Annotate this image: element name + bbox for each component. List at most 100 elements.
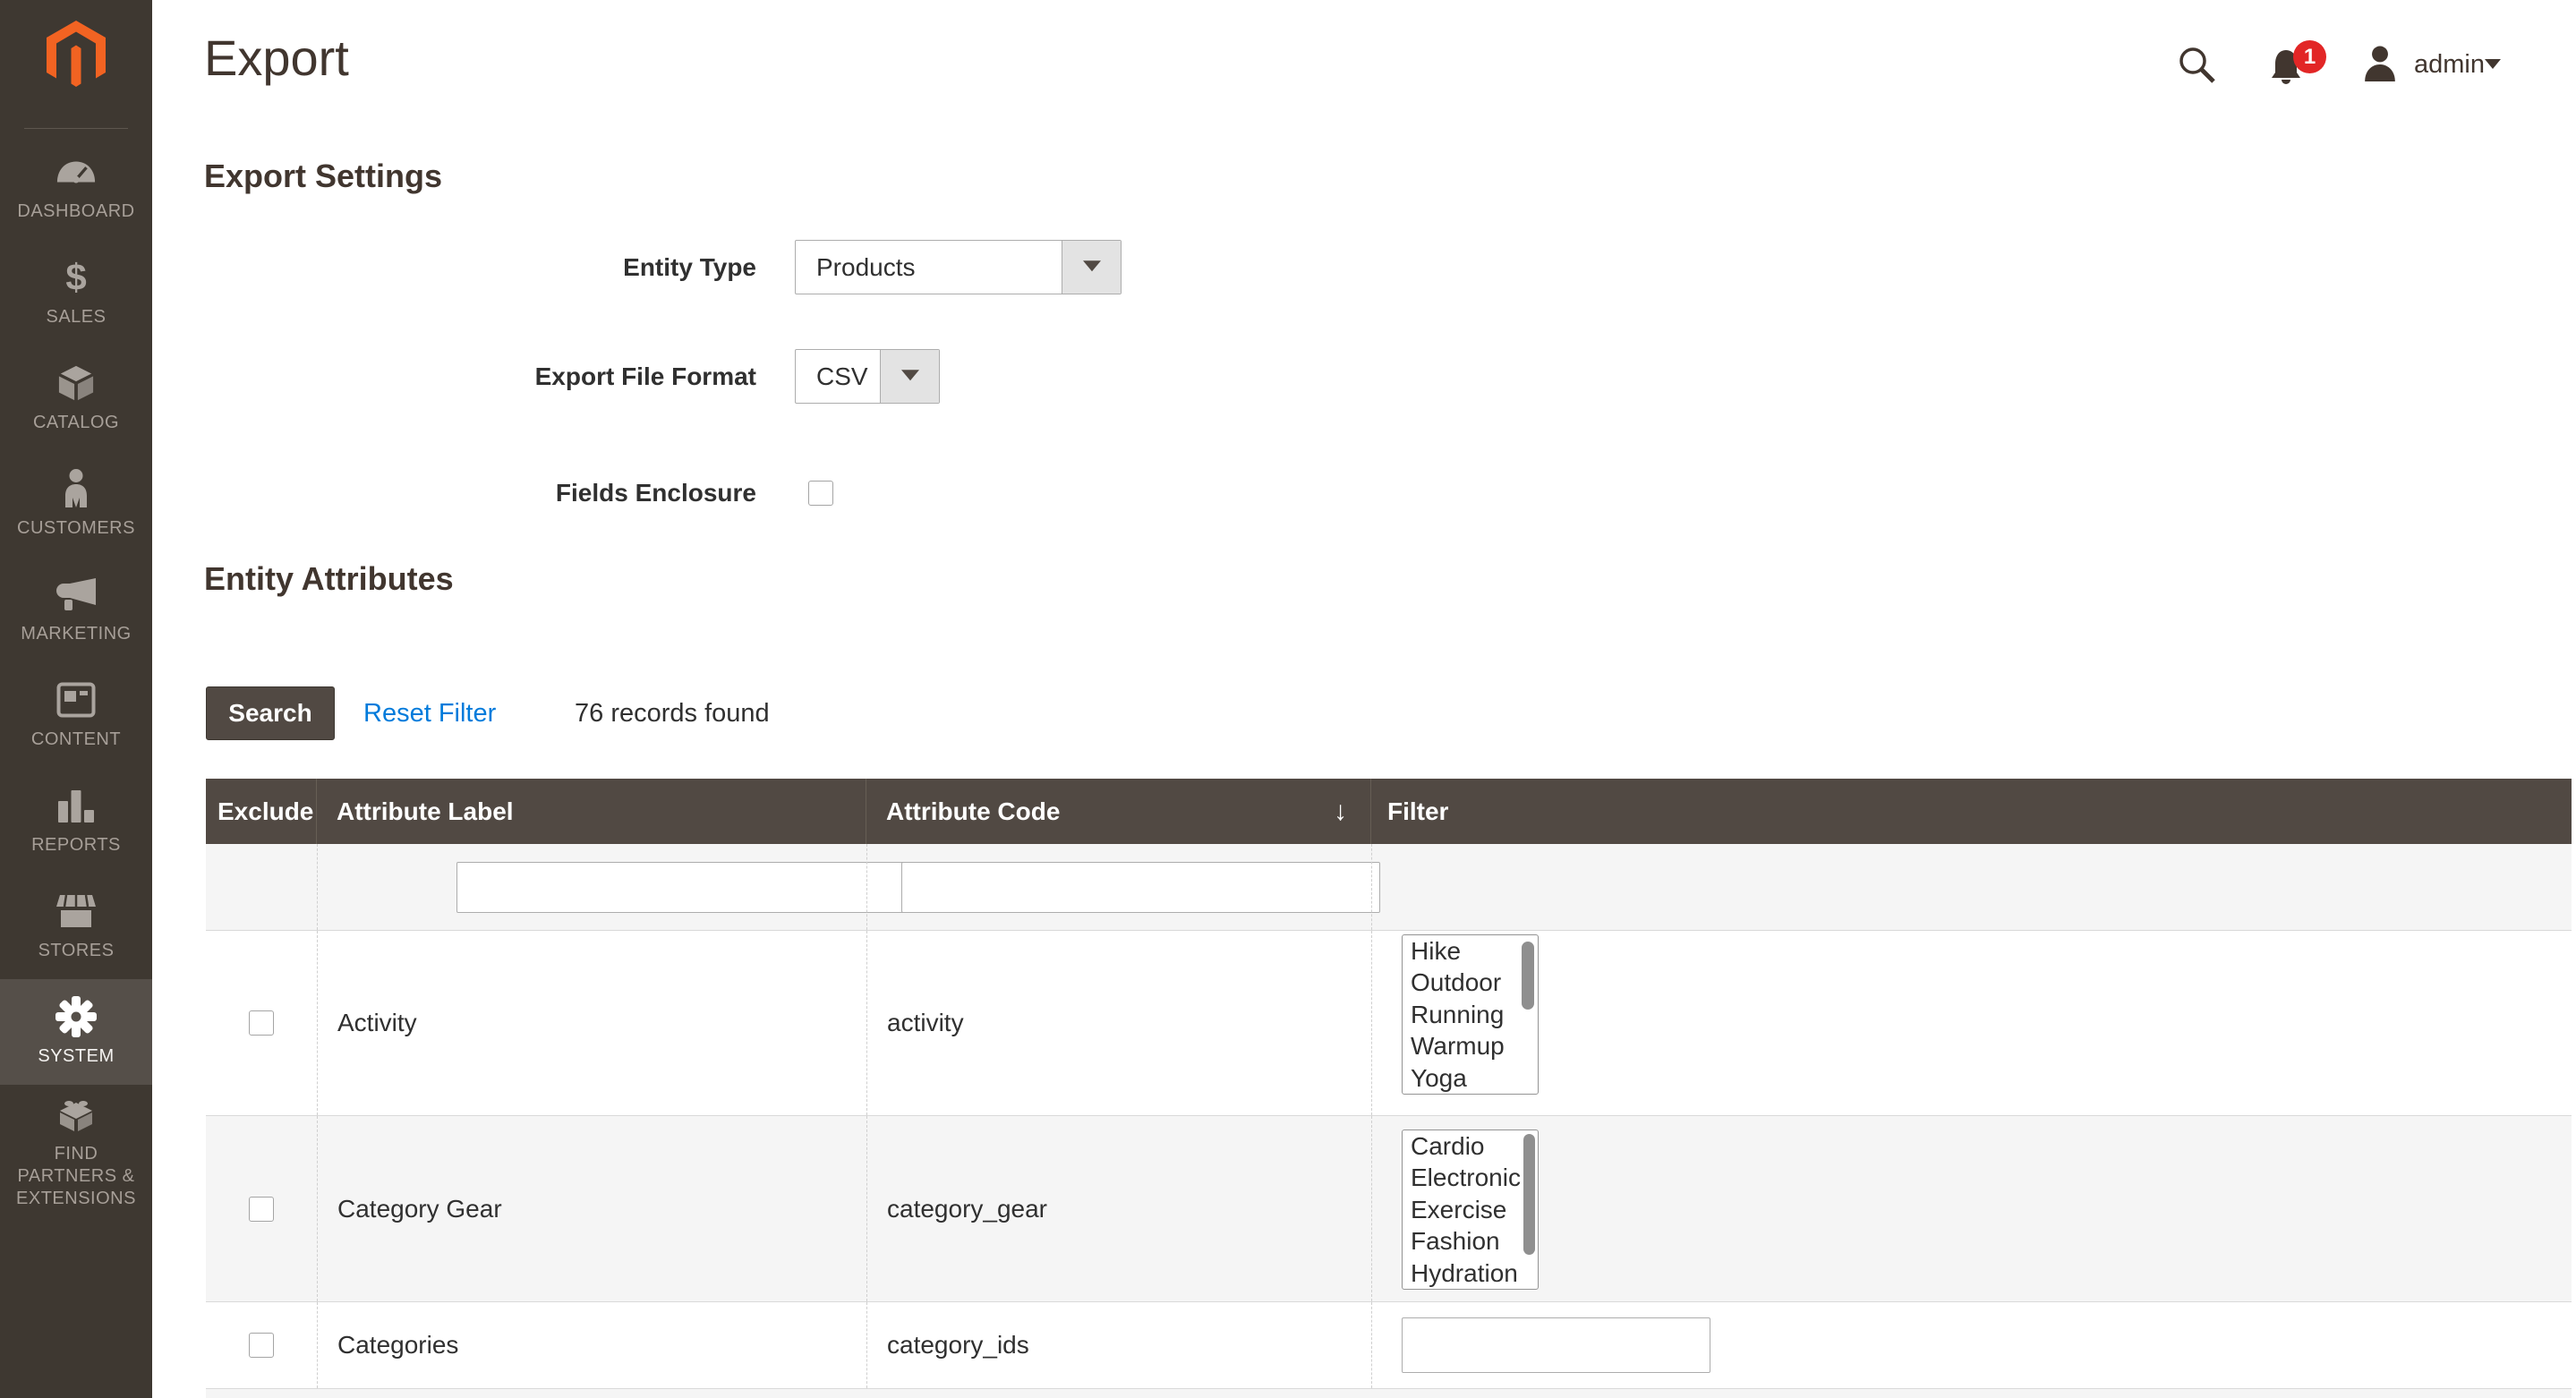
multiselect-option[interactable]: Yoga (1403, 1062, 1538, 1094)
cell-filter (1371, 1302, 2572, 1388)
cell-attribute-label: Activity (317, 931, 866, 1115)
sidebar-item-label: STORES (4, 940, 148, 962)
attributes-grid: Exclude Attribute Label Attribute Code ↓… (206, 779, 2572, 1398)
notification-count-badge[interactable]: 1 (2293, 40, 2326, 73)
entity-attributes-heading: Entity Attributes (204, 560, 454, 598)
system-gear-icon (55, 996, 97, 1037)
sidebar-item-customers[interactable]: CUSTOMERS (0, 451, 152, 557)
filter-cell-exclude (206, 844, 317, 930)
marketing-megaphone-icon (55, 574, 97, 615)
attribute-code-value: category_gear (887, 1116, 1047, 1301)
cell-filter: Hike Outdoor Running Warmup Yoga (1371, 931, 2572, 1115)
column-header-filter[interactable]: Filter (1371, 779, 2572, 844)
reports-barchart-icon (58, 785, 94, 826)
cell-attribute-code: category_gear (866, 1116, 1371, 1301)
column-header-exclude[interactable]: Exclude (206, 779, 317, 844)
sidebar-item-find-partners[interactable]: FIND PARTNERS & EXTENSIONS (0, 1085, 152, 1219)
dropdown-arrow-icon[interactable] (880, 350, 939, 403)
customers-person-icon (61, 468, 91, 509)
dashboard-gauge-icon (55, 151, 97, 192)
cell-attribute-label: Categories (317, 1302, 866, 1388)
sidebar-item-label: CONTENT (4, 729, 148, 751)
grid-filter-row (206, 844, 2572, 931)
export-page: DASHBOARD $ SALES CATALOG (0, 0, 2576, 1398)
content-layout-icon (56, 679, 96, 720)
column-header-label: Attribute Label (337, 797, 514, 825)
filter-cell-filter (1371, 844, 2572, 930)
sort-descending-icon[interactable]: ↓ (1334, 779, 1347, 844)
multiselect-option[interactable]: Hike (1403, 935, 1538, 967)
records-found-text: 76 records found (575, 686, 770, 740)
sidebar-item-marketing[interactable]: MARKETING (0, 557, 152, 662)
sidebar-item-label: DASHBOARD (4, 200, 148, 223)
multiselect-option[interactable]: Electronic (1403, 1162, 1538, 1193)
sidebar-item-dashboard[interactable]: DASHBOARD (0, 134, 152, 240)
sidebar-item-label: SYSTEM (4, 1045, 148, 1068)
sidebar-item-stores[interactable]: STORES (0, 874, 152, 979)
multiselect-option[interactable]: Running (1403, 999, 1538, 1030)
attribute-label-value: Categories (337, 1302, 458, 1388)
sidebar-item-catalog[interactable]: CATALOG (0, 345, 152, 451)
column-header-attribute-code[interactable]: Attribute Code ↓ (866, 779, 1371, 844)
export-file-format-select[interactable]: CSV (795, 349, 940, 404)
cell-attribute-code: activity (866, 931, 1371, 1115)
multiselect-option[interactable]: Warmup (1403, 1030, 1538, 1061)
catalog-box-icon (57, 362, 95, 404)
attribute-label-value: Category Gear (337, 1116, 502, 1301)
stores-shop-icon (56, 891, 96, 932)
dropdown-arrow-icon[interactable] (1062, 241, 1121, 294)
sidebar-item-system[interactable]: SYSTEM (0, 979, 152, 1085)
multiselect-option[interactable]: Cardio (1403, 1130, 1538, 1162)
admin-avatar-icon[interactable] (2363, 46, 2397, 81)
search-button[interactable]: Search (206, 686, 335, 740)
activity-filter-multiselect[interactable]: Hike Outdoor Running Warmup Yoga (1402, 934, 1539, 1095)
multiselect-option[interactable]: Exercise (1403, 1194, 1538, 1225)
sidebar-item-label: REPORTS (4, 834, 148, 857)
multiselect-option[interactable]: Fashion (1403, 1225, 1538, 1257)
table-row-category-gear: Category Gear category_gear Cardio Elect… (206, 1116, 2572, 1302)
cell-attribute-code: category_ids (866, 1302, 1371, 1388)
cell-exclude (206, 1302, 317, 1388)
category-gear-filter-multiselect[interactable]: Cardio Electronic Exercise Fashion Hydra… (1402, 1129, 1539, 1290)
page-title: Export (204, 29, 349, 87)
scrollbar-thumb[interactable] (1523, 1134, 1535, 1255)
sales-dollar-icon: $ (65, 257, 86, 298)
chevron-down-icon[interactable] (2485, 59, 2501, 77)
cell-filter: Cardio Electronic Exercise Fashion Hydra… (1371, 1116, 2572, 1301)
entity-type-label: Entity Type (204, 240, 756, 294)
sidebar-item-label: CATALOG (4, 412, 148, 434)
sidebar-item-content[interactable]: CONTENT (0, 662, 152, 768)
fields-enclosure-checkbox[interactable] (808, 481, 833, 506)
exclude-checkbox[interactable] (249, 1197, 274, 1222)
filter-cell-attribute-code (866, 844, 1371, 930)
entity-type-value: Products (796, 241, 1062, 294)
entity-type-select[interactable]: Products (795, 240, 1122, 294)
extensions-brick-icon (56, 1094, 96, 1135)
search-icon[interactable] (2177, 45, 2216, 84)
filter-cell-attribute-label (317, 844, 866, 930)
export-file-format-value: CSV (796, 350, 880, 403)
table-row-activity: Activity activity Hike Outdoor Running W… (206, 931, 2572, 1116)
column-header-attribute-label[interactable]: Attribute Label (317, 779, 866, 844)
reset-filter-link[interactable]: Reset Filter (363, 686, 496, 740)
table-row-categories: Categories category_ids (206, 1302, 2572, 1389)
admin-username[interactable]: admin (2414, 49, 2485, 80)
categories-filter-input[interactable] (1402, 1317, 1710, 1373)
magento-logo[interactable] (0, 20, 152, 90)
cell-attribute-label: Category Gear (317, 1116, 866, 1301)
exclude-checkbox[interactable] (249, 1010, 274, 1036)
attribute-label-value: Activity (337, 931, 417, 1115)
sidebar-item-label: CUSTOMERS (4, 517, 148, 540)
sidebar-item-sales[interactable]: $ SALES (0, 240, 152, 345)
sidebar-divider (24, 128, 128, 129)
attribute-code-value: activity (887, 931, 964, 1115)
sidebar-item-reports[interactable]: REPORTS (0, 768, 152, 874)
attribute-code-filter-input[interactable] (901, 862, 1380, 913)
sidebar-item-label: MARKETING (4, 623, 148, 645)
partial-next-row (206, 1389, 2572, 1398)
multiselect-option[interactable]: Outdoor (1403, 967, 1538, 998)
multiselect-option[interactable]: Hydration (1403, 1257, 1538, 1289)
sidebar-item-label: SALES (4, 306, 148, 328)
scrollbar-thumb[interactable] (1522, 942, 1534, 1010)
exclude-checkbox[interactable] (249, 1333, 274, 1358)
